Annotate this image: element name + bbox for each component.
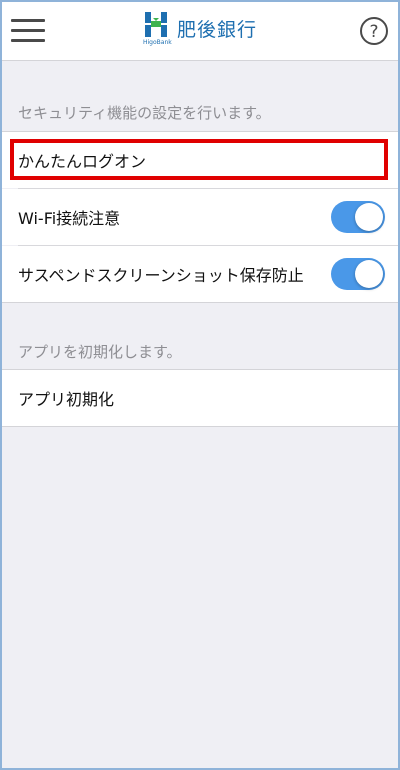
app-header: HigoBank 肥後銀行 ? (2, 2, 398, 61)
app-reset-cell[interactable]: アプリ初期化 (2, 370, 398, 426)
easy-logon-label: かんたんログオン (18, 152, 147, 171)
hamburger-menu-icon-bar (11, 39, 45, 42)
logo-text: 肥後銀行 (177, 19, 258, 41)
hamburger-menu-icon (11, 19, 45, 22)
hamburger-menu-icon-bar (11, 29, 45, 32)
screenshot-prevent-toggle[interactable] (331, 258, 385, 290)
wifi-warning-cell: Wi-Fi接続注意 (2, 189, 398, 245)
easy-logon-cell[interactable]: かんたんログオン (2, 132, 398, 188)
menu-button[interactable] (11, 19, 45, 43)
settings-screen: HigoBank 肥後銀行 ? セキュリティ機能の設定を行います。 かんたんログ… (2, 2, 398, 768)
toggle-knob (355, 260, 383, 288)
init-section-header: アプリを初期化します。 (18, 343, 182, 361)
app-reset-label: アプリ初期化 (18, 390, 115, 409)
logo-subtitle: HigoBank (143, 39, 172, 46)
higo-bank-logo-mark-icon (145, 12, 167, 37)
divider (2, 302, 398, 303)
toggle-knob (355, 203, 383, 231)
bank-logo: HigoBank 肥後銀行 (142, 10, 272, 52)
wifi-warning-toggle[interactable] (331, 201, 385, 233)
divider (2, 426, 398, 427)
security-section-header: セキュリティ機能の設定を行います。 (18, 104, 271, 122)
screenshot-prevent-cell: サスペンドスクリーンショット保存防止 (2, 246, 398, 302)
question-circle-icon[interactable]: ? (359, 16, 389, 46)
screenshot-prevent-label: サスペンドスクリーンショット保存防止 (18, 266, 304, 285)
svg-text:?: ? (369, 22, 378, 42)
wifi-warning-label: Wi-Fi接続注意 (18, 209, 121, 228)
